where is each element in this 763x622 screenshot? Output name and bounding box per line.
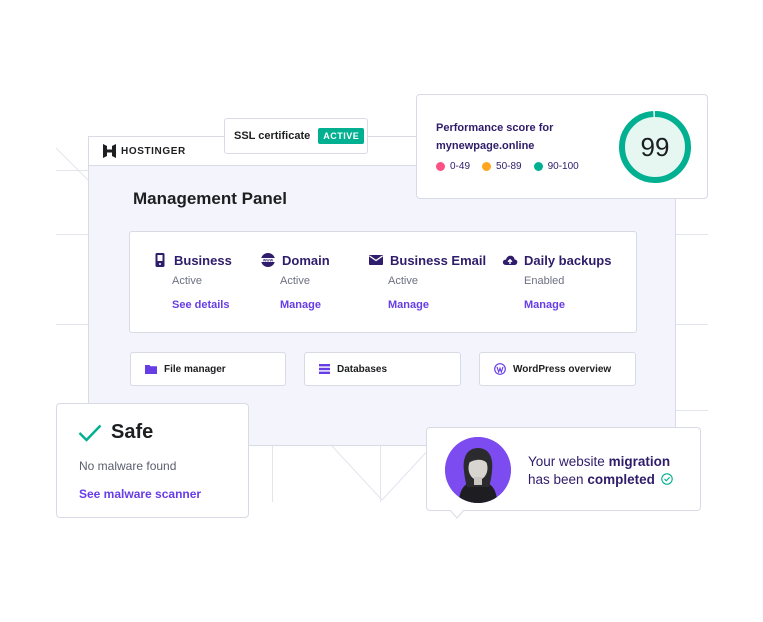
legend-label: 90-100 <box>547 161 579 172</box>
migration-text: Your website <box>528 454 609 469</box>
legend-item-mid: 50-89 <box>482 161 522 172</box>
cloud-upload-icon <box>502 255 518 265</box>
www-globe-icon: WWW <box>261 253 275 267</box>
database-icon <box>319 364 330 374</box>
speech-bubble-tail <box>450 510 464 519</box>
performance-title-line1: Performance score for <box>436 122 554 134</box>
ssl-label: SSL certificate <box>234 130 311 142</box>
legend-label: 50-89 <box>496 161 522 172</box>
legend-label: 0-49 <box>450 161 471 172</box>
service-status: Active <box>280 275 310 287</box>
safe-title: Safe <box>111 421 154 443</box>
checkmark-icon <box>78 424 102 442</box>
migration-notification: Your website migration has been complete… <box>426 427 701 511</box>
phone-icon <box>155 253 165 267</box>
check-circle-icon <box>660 473 673 485</box>
service-title: Business Email <box>390 252 487 268</box>
person-photo <box>445 437 511 503</box>
migration-line-1: Your website migration <box>528 453 673 471</box>
legend-item-high: 90-100 <box>533 161 579 172</box>
service-business-email: Business Email Active Manage <box>368 252 486 311</box>
wordpress-overview-button[interactable]: WordPress overview <box>479 352 636 386</box>
tool-label: WordPress overview <box>513 363 612 375</box>
legend-dot <box>436 162 445 171</box>
services-card: Business Active See details WWW Domain A… <box>129 231 637 333</box>
service-title: Domain <box>282 252 330 268</box>
service-title: Business <box>174 252 232 268</box>
malware-status-card: Safe No malware found See malware scanne… <box>56 403 249 518</box>
performance-score-card: Performance score for mynewpage.online 0… <box>416 94 708 199</box>
legend-item-low: 0-49 <box>436 161 470 172</box>
see-malware-scanner-link[interactable]: See malware scanner <box>79 487 201 501</box>
file-manager-button[interactable]: File manager <box>130 352 286 386</box>
status-badge: ACTIVE <box>318 128 365 144</box>
malware-status-text: No malware found <box>79 459 177 473</box>
performance-domain: mynewpage.online <box>436 140 535 152</box>
see-details-link[interactable]: See details <box>152 299 232 311</box>
hostinger-logo-icon <box>103 144 116 158</box>
performance-title: Performance score for mynewpage.online <box>436 119 553 155</box>
tool-label: Databases <box>337 363 388 375</box>
service-daily-backups: Daily backups Enabled Manage <box>502 252 611 311</box>
service-status: Active <box>388 275 418 287</box>
folder-icon <box>145 365 157 374</box>
migration-text-bold: completed <box>587 472 655 487</box>
safe-header: Safe <box>78 421 153 444</box>
page-title: Management Panel <box>133 189 287 208</box>
migration-line-2: has been completed <box>528 471 673 489</box>
mail-icon <box>369 255 383 265</box>
migration-text-bold: migration <box>608 454 671 469</box>
score-legend: 0-49 50-89 90-100 <box>436 161 579 172</box>
service-domain: WWW Domain Active Manage <box>260 252 330 311</box>
brand-name: HOSTINGER <box>121 145 186 157</box>
svg-text:WWW: WWW <box>263 258 274 262</box>
legend-dot <box>533 162 543 171</box>
score-gauge: 99 <box>618 110 692 184</box>
manage-email-link[interactable]: Manage <box>368 299 486 311</box>
databases-button[interactable]: Databases <box>304 352 461 386</box>
service-status: Active <box>172 275 202 287</box>
service-title: Daily backups <box>524 252 612 268</box>
hostinger-logo[interactable]: HOSTINGER <box>103 144 186 158</box>
avatar <box>445 437 511 503</box>
tool-label: File manager <box>164 363 226 375</box>
legend-dot <box>482 162 492 171</box>
ssl-certificate-card: SSL certificate ACTIVE <box>224 118 368 154</box>
migration-text: has been <box>528 472 588 487</box>
service-business: Business Active See details <box>152 252 232 311</box>
service-status: Enabled <box>524 275 565 287</box>
migration-message: Your website migration has been complete… <box>528 453 673 489</box>
manage-domain-link[interactable]: Manage <box>260 299 330 311</box>
score-value: 99 <box>640 132 670 162</box>
wordpress-icon <box>494 363 506 375</box>
manage-backups-link[interactable]: Manage <box>502 299 611 311</box>
